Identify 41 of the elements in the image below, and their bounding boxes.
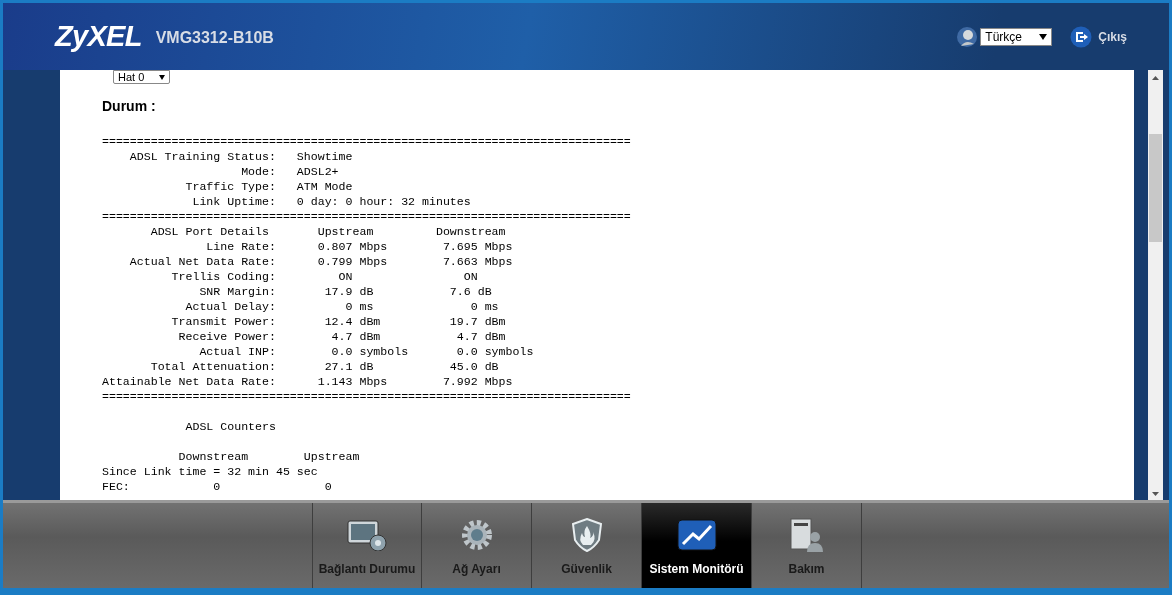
scrollbar[interactable] xyxy=(1148,70,1163,500)
nav-tab[interactable]: Sistem Monitörü xyxy=(642,503,752,588)
language-select[interactable]: Türkçe xyxy=(980,27,1053,46)
scroll-up-icon xyxy=(1152,76,1159,80)
report-line: Mode: ADSL2+ xyxy=(240,164,339,179)
report-line: Attainable Net Data Rate: 1.143 Mbps 7.992 Mbps xyxy=(102,374,513,389)
gear-icon xyxy=(460,519,493,551)
line-select[interactable]: Hat 0 xyxy=(113,70,170,84)
section-heading: Durum : xyxy=(102,97,157,116)
shield-flame-icon xyxy=(571,518,602,552)
report-line: FEC: 0 0 xyxy=(102,479,332,494)
report-line: Link Uptime: 0 day: 0 hour: 32 minutes xyxy=(191,194,471,209)
monitor-globe-icon xyxy=(346,519,388,551)
report-line: ADSL Port Details Upstream Downstream xyxy=(149,224,506,239)
report-line: Actual INP: 0.0 symbols 0.0 symbols xyxy=(198,344,534,359)
report-line: ============================================================================ xyxy=(102,389,631,404)
report-line: ============================================================================ xyxy=(102,209,631,224)
logout-icon xyxy=(1070,25,1093,48)
report-line: ADSL Counters xyxy=(184,419,276,434)
report-line: Line Rate: 0.807 Mbps 7.695 Mbps xyxy=(205,239,513,254)
report-line: Since Link time = 32 min 45 sec xyxy=(102,464,318,479)
report-line: Total Attenuation: 27.1 dB 45.0 dB xyxy=(149,359,499,374)
scroll-down-icon xyxy=(1152,492,1159,496)
report-line: Actual Delay: 0 ms 0 ms xyxy=(184,299,499,314)
report-line: Traffic Type: ATM Mode xyxy=(184,179,353,194)
report-line: Receive Power: 4.7 dBm 4.7 dBm xyxy=(177,329,506,344)
scrollbar-thumb[interactable] xyxy=(1149,134,1162,242)
report-line: SNR Margin: 17.9 dB 7.6 dB xyxy=(198,284,492,299)
caret-icon xyxy=(1039,33,1048,40)
report-line: Trellis Coding: ON ON xyxy=(170,269,478,284)
cabinet-person-icon xyxy=(788,517,825,553)
report-line: Downstream Upstream xyxy=(177,449,360,464)
model-name: VMG3312-B10B xyxy=(155,27,274,48)
brand-logo: ZyXEL xyxy=(55,18,142,54)
caret-icon xyxy=(159,74,165,80)
report-line: ============================================================================ xyxy=(102,134,631,149)
report-line: Transmit Power: 12.4 dBm 19.7 dBm xyxy=(170,314,506,329)
report-line: ADSL Training Status: Showtime xyxy=(128,149,353,164)
report-line: Actual Net Data Rate: 0.799 Mbps 7.663 Mbps xyxy=(128,254,513,269)
logout-link[interactable]: Çıkış xyxy=(1098,27,1127,46)
person-icon xyxy=(956,25,979,48)
